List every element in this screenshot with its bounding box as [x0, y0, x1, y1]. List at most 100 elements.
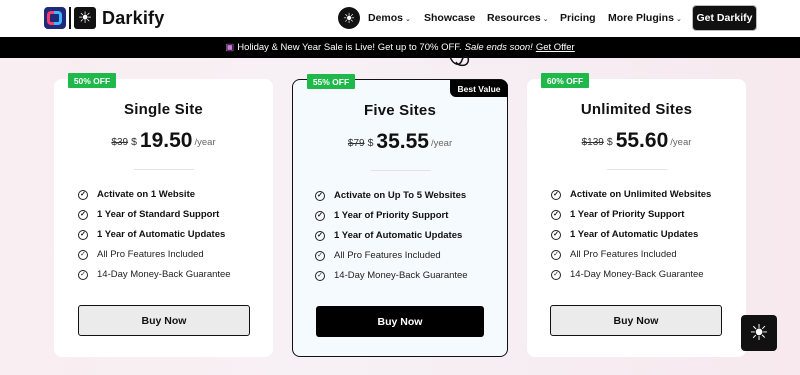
brand-name: Darkify	[102, 7, 165, 28]
feature-item: ✓ 14-Day Money-Back Guarantee	[315, 270, 468, 281]
price-period: /year	[194, 137, 216, 148]
price-period: /year	[670, 137, 692, 148]
check-circle-icon: ✓	[78, 209, 88, 220]
price-amount: 55.60	[615, 129, 669, 152]
plan-price: $139 $55.60/year	[527, 129, 746, 153]
check-circle-icon: ✓	[78, 249, 88, 260]
nav-demos[interactable]: Demos ⌄	[368, 12, 411, 26]
plan-price: $79 $35.55/year	[293, 130, 507, 154]
floating-theme-toggle[interactable]: ☀	[741, 315, 777, 351]
feature-item: ✓ All Pro Features Included	[78, 249, 204, 260]
logo-mark-icon	[44, 7, 66, 29]
plan-title: Single Site	[124, 101, 203, 118]
feature-text: Activate on Up To 5 Websites	[334, 190, 467, 201]
old-price: $39	[111, 137, 129, 148]
feature-text: 14-Day Money-Back Guarantee	[97, 269, 231, 280]
divider	[607, 169, 667, 170]
plan-title: Five Sites	[363, 102, 437, 119]
feature-item: ✓ Activate on Up To 5 Websites	[315, 190, 466, 201]
best-value-ribbon: Best Value	[450, 80, 508, 97]
buy-now-button[interactable]: Buy Now	[316, 306, 484, 337]
chevron-down-icon: ⌄	[675, 16, 682, 23]
site-header: ☀ Darkify ☀ Demos ⌄ Showcase Resources ⌄ P…	[0, 0, 800, 37]
sun-icon: ☀	[74, 7, 96, 29]
sun-icon: ☀	[342, 9, 356, 26]
feature-item: ✓ All Pro Features Included	[315, 250, 441, 261]
check-circle-icon: ✓	[551, 229, 561, 240]
feature-text: 1 Year of Priority Support	[334, 210, 449, 221]
banner-text: Holiday & New Year Sale is Live! Get up …	[237, 42, 462, 53]
feature-text: All Pro Features Included	[334, 250, 441, 261]
sale-banner: ▣ Holiday & New Year Sale is Live! Get u…	[0, 37, 800, 58]
feature-text: 1 Year of Automatic Updates	[334, 230, 463, 241]
feature-item: ✓ All Pro Features Included	[551, 249, 677, 260]
feature-text: 1 Year of Standard Support	[97, 209, 220, 220]
feature-text: Activate on Unlimited Websites	[570, 189, 712, 200]
logo-divider	[69, 7, 71, 29]
feature-item: ✓ 1 Year of Standard Support	[78, 209, 219, 220]
price-period: /year	[430, 138, 453, 149]
feature-text: All Pro Features Included	[570, 249, 677, 260]
buy-now-button[interactable]: Buy Now	[78, 305, 250, 336]
nav-label: Pricing	[560, 12, 596, 24]
nav-label: Resources	[487, 12, 541, 24]
feature-item: ✓ 14-Day Money-Back Guarantee	[78, 269, 231, 280]
nav-label: Showcase	[424, 12, 476, 24]
price-amount: 35.55	[376, 130, 429, 153]
feature-item: ✓ Activate on 1 Website	[78, 189, 195, 200]
feature-item: ✓ 1 Year of Priority Support	[551, 209, 684, 220]
discount-badge: 50% OFF	[68, 73, 116, 88]
check-circle-icon: ✓	[551, 189, 561, 200]
feature-text: 1 Year of Automatic Updates	[570, 229, 699, 240]
nav-pricing[interactable]: Pricing	[560, 12, 596, 26]
currency-symbol: $	[131, 136, 137, 148]
banner-ends-text: Sale ends soon!	[464, 42, 533, 53]
check-circle-icon: ✓	[78, 189, 88, 200]
buy-now-button[interactable]: Buy Now	[550, 305, 722, 336]
divider	[134, 169, 194, 170]
feature-text: 14-Day Money-Back Guarantee	[570, 269, 704, 280]
feature-text: All Pro Features Included	[97, 249, 204, 260]
plan-price: $39 $19.50/year	[54, 129, 273, 153]
chevron-down-icon: ⌄	[542, 16, 549, 23]
old-price: $139	[581, 137, 604, 148]
check-circle-icon: ✓	[551, 249, 561, 260]
check-circle-icon: ✓	[78, 229, 88, 240]
swirl-decoration	[449, 55, 470, 67]
feature-text: 1 Year of Priority Support	[570, 209, 685, 220]
get-offer-link[interactable]: Get Offer	[536, 42, 575, 53]
check-circle-icon: ✓	[551, 209, 561, 220]
get-darkify-button[interactable]: Get Darkify	[692, 5, 757, 31]
price-amount: 19.50	[139, 129, 193, 152]
nav-showcase[interactable]: Showcase	[424, 12, 475, 26]
feature-item: ✓ 1 Year of Automatic Updates	[551, 229, 698, 240]
feature-item: ✓ 1 Year of Automatic Updates	[315, 230, 462, 241]
check-circle-icon: ✓	[315, 210, 325, 221]
check-circle-icon: ✓	[315, 270, 325, 281]
plan-card-unlimited-sites: 60% OFF Unlimited Sites $139 $55.60/year …	[527, 73, 746, 357]
discount-badge: 60% OFF	[541, 73, 589, 88]
check-circle-icon: ✓	[315, 250, 325, 261]
check-circle-icon: ✓	[315, 230, 325, 241]
gift-icon: ▣	[225, 42, 235, 53]
currency-symbol: $	[606, 136, 613, 148]
theme-toggle-button[interactable]: ☀	[338, 7, 360, 29]
nav-label: Demos	[368, 12, 404, 24]
feature-text: 14-Day Money-Back Guarantee	[334, 270, 468, 281]
check-circle-icon: ✓	[551, 269, 561, 280]
chevron-down-icon: ⌄	[405, 16, 411, 23]
feature-text: Activate on 1 Website	[97, 189, 196, 200]
feature-item: ✓ 14-Day Money-Back Guarantee	[551, 269, 704, 280]
plan-card-single-site: 50% OFF Single Site $39 $19.50/year ✓ Acti…	[54, 73, 273, 357]
check-circle-icon: ✓	[315, 190, 325, 201]
feature-item: ✓ 1 Year of Priority Support	[315, 210, 448, 221]
nav-more-plugins[interactable]: More Plugins ⌄	[608, 12, 682, 26]
nav-resources[interactable]: Resources ⌄	[487, 12, 549, 26]
brand-logo[interactable]: ☀ Darkify	[44, 7, 164, 29]
sun-icon: ☀	[749, 320, 769, 345]
plan-title: Unlimited Sites	[580, 101, 693, 118]
divider	[371, 170, 431, 171]
check-circle-icon: ✓	[78, 269, 88, 280]
feature-item: ✓ Activate on Unlimited Websites	[551, 189, 711, 200]
feature-item: ✓ 1 Year of Automatic Updates	[78, 229, 225, 240]
